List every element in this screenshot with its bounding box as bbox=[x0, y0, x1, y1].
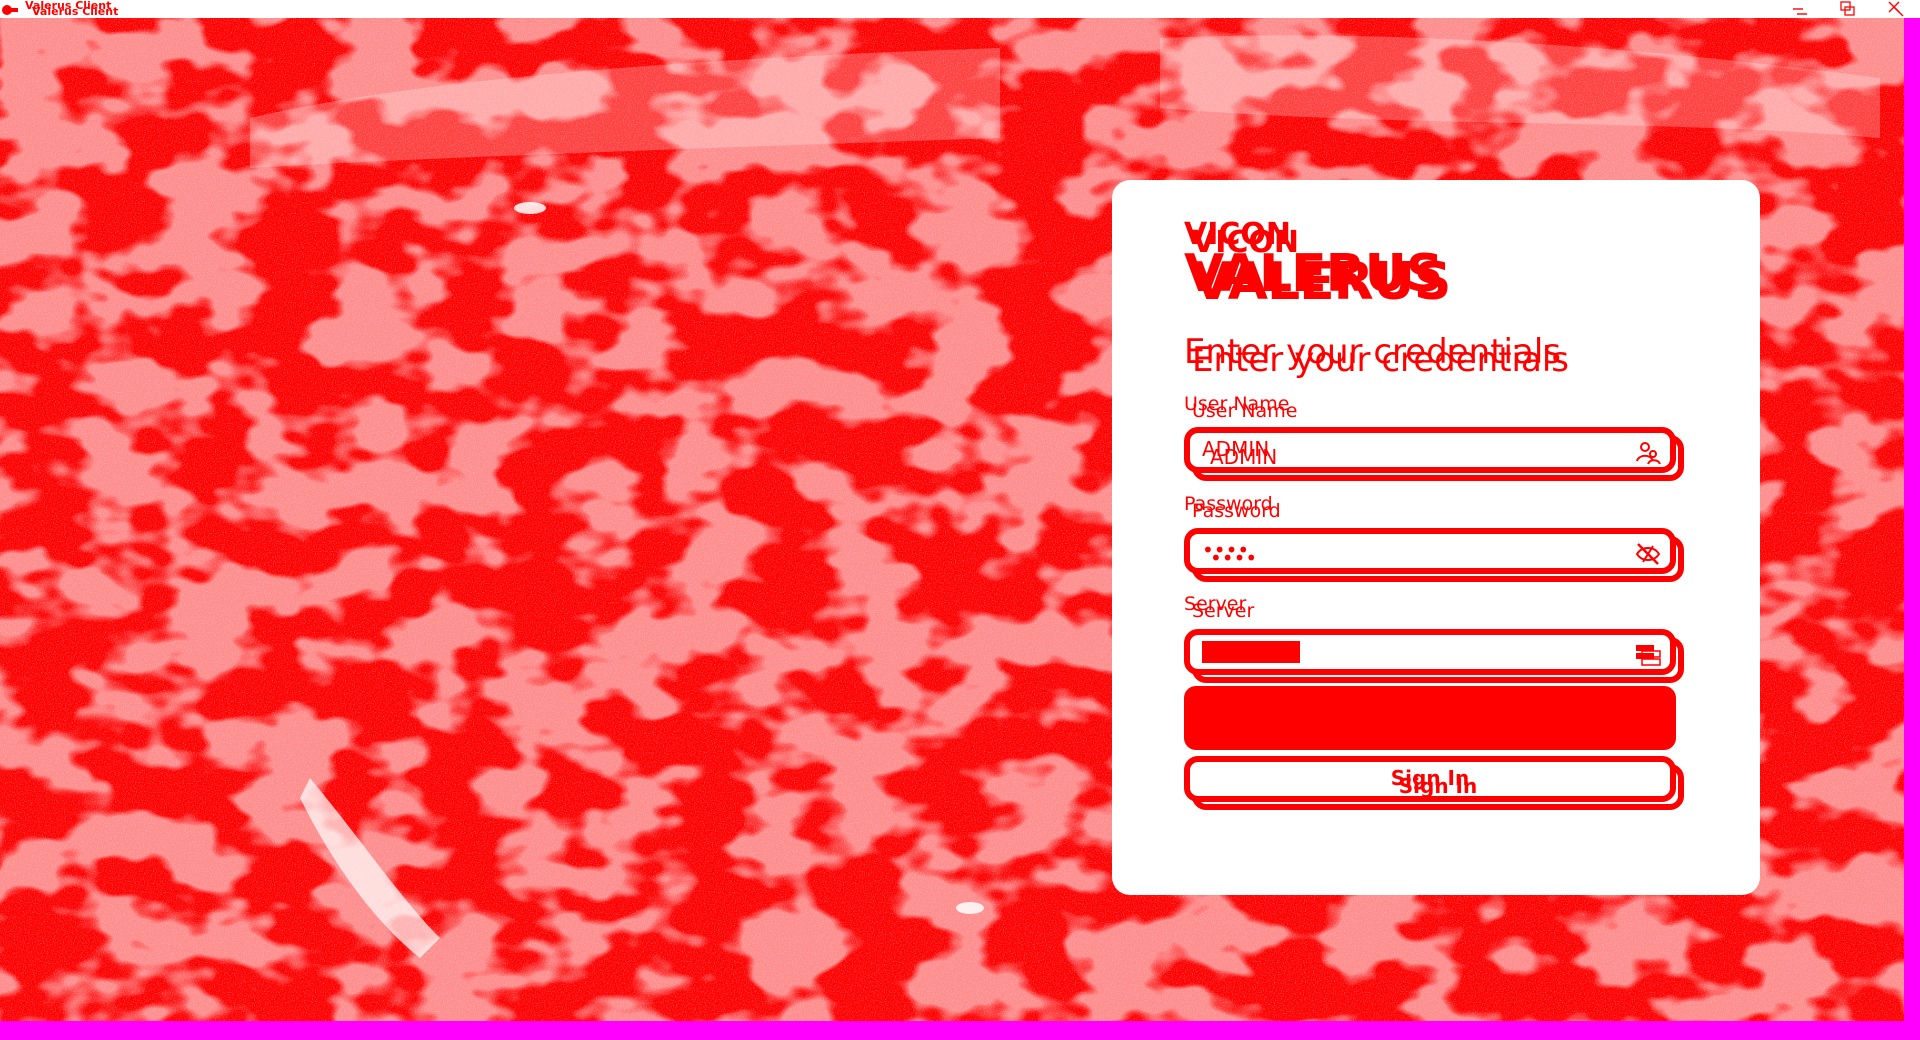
server-label-shadow: Server bbox=[1192, 600, 1255, 622]
restore-button[interactable] bbox=[1828, 0, 1868, 18]
valerus-logo-text-shadow: VALERUS bbox=[1192, 252, 1451, 312]
title-bar: Valerus Client Valerus Client bbox=[0, 0, 1920, 18]
username-field[interactable]: ADMIN ADMIN bbox=[1184, 427, 1676, 473]
username-value-shadow: ADMIN bbox=[1210, 445, 1278, 469]
password-field[interactable]: •••• •••• bbox=[1184, 528, 1676, 574]
page-title-shadow: Enter your credentials bbox=[1192, 340, 1569, 380]
password-label-shadow: Password bbox=[1192, 500, 1281, 522]
server-field[interactable] bbox=[1184, 629, 1676, 675]
close-button[interactable] bbox=[1876, 0, 1916, 18]
username-label-shadow: User Name bbox=[1192, 400, 1298, 422]
signin-label-shadow: Sign In bbox=[1398, 774, 1478, 798]
signin-button[interactable]: Sign In Sign In bbox=[1184, 756, 1676, 802]
user-icon[interactable] bbox=[1634, 439, 1662, 467]
background-image: VICON VICON VALERUS VALERUS Enter your c… bbox=[0, 18, 1904, 1021]
server-dropdown-panel[interactable] bbox=[1184, 686, 1676, 750]
window-title-shadow: Valerus Client bbox=[32, 5, 119, 18]
valerus-logo: VICON VICON VALERUS VALERUS bbox=[1184, 220, 1451, 309]
password-value-shadow: •••• bbox=[1210, 546, 1258, 570]
minimize-button[interactable] bbox=[1780, 0, 1820, 18]
server-value-redacted bbox=[1202, 641, 1300, 663]
restore-icon bbox=[1840, 1, 1855, 16]
server-icon[interactable] bbox=[1634, 641, 1662, 669]
hide-password-icon[interactable] bbox=[1634, 540, 1662, 568]
app-logo-icon bbox=[2, 2, 18, 16]
minimize-icon bbox=[1793, 8, 1807, 15]
login-card: VICON VICON VALERUS VALERUS Enter your c… bbox=[1112, 180, 1760, 895]
close-icon bbox=[1888, 1, 1904, 17]
